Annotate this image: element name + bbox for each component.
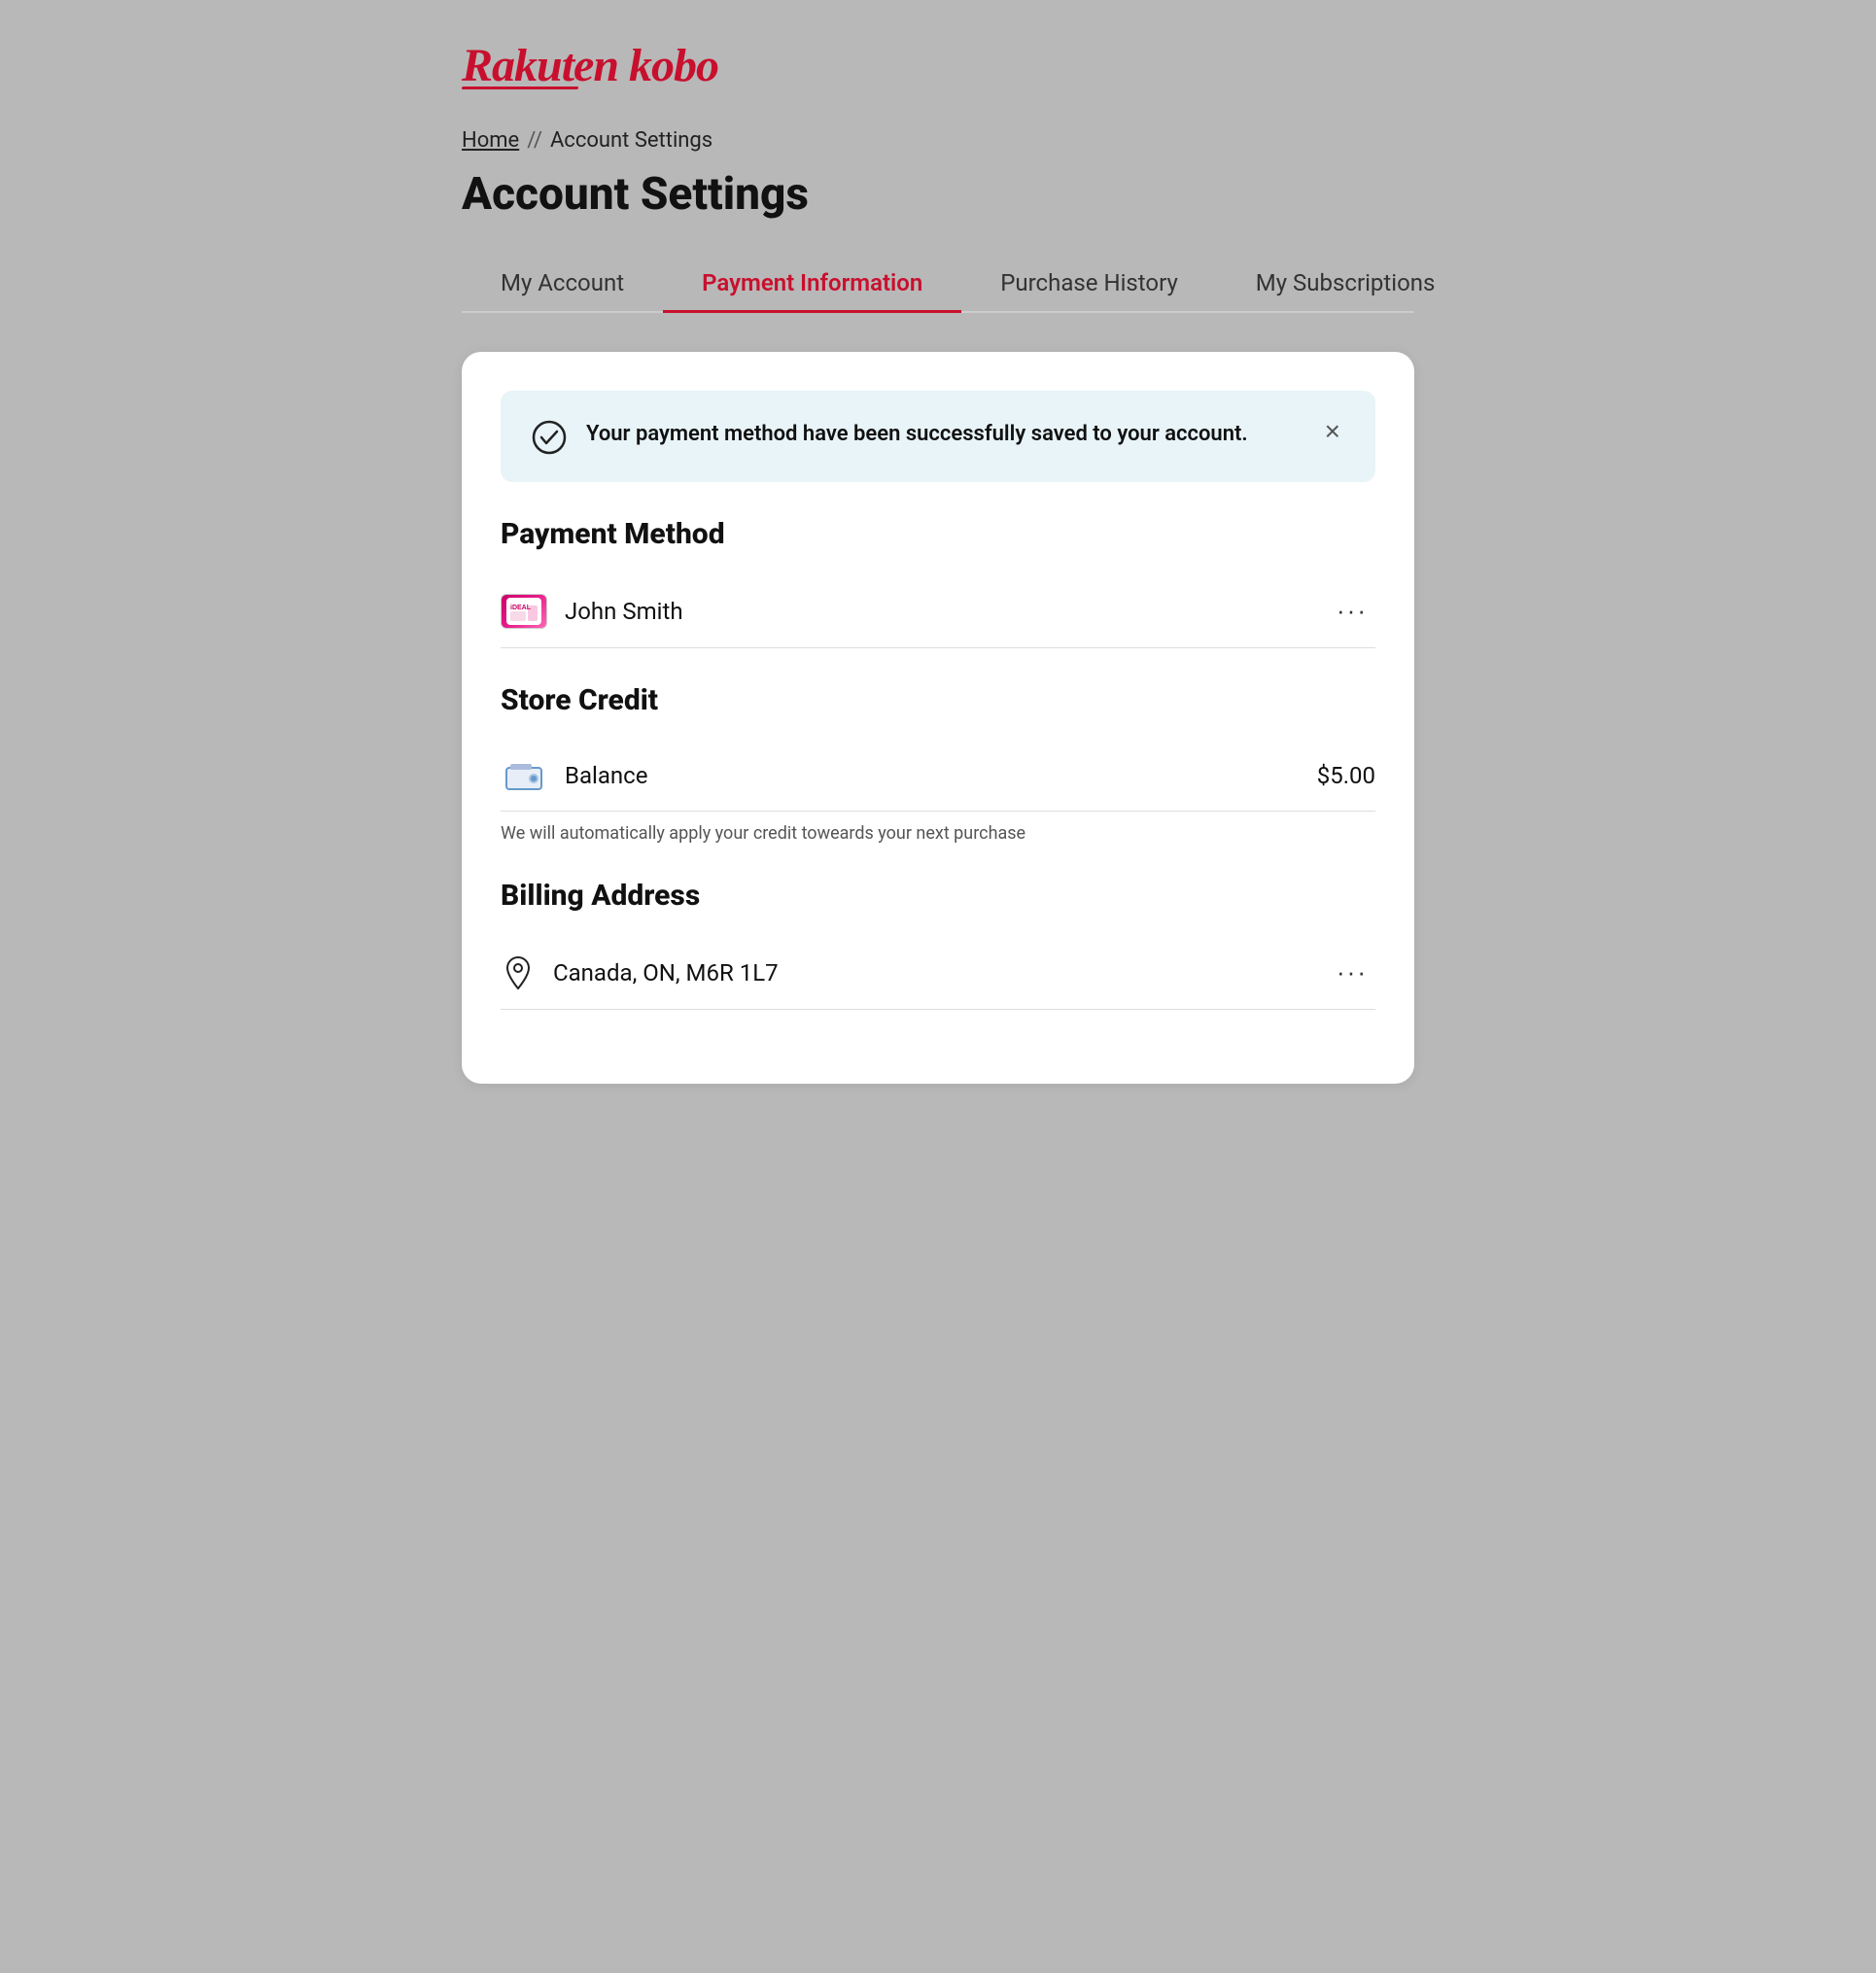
- tab-my-account[interactable]: My Account: [462, 256, 663, 313]
- content-card: Your payment method have been successful…: [462, 352, 1414, 1084]
- billing-address-title: Billing Address: [501, 879, 1375, 913]
- breadcrumb-current: Account Settings: [550, 128, 712, 153]
- logo-text[interactable]: Rakuten kobo: [462, 39, 1414, 92]
- store-credit-title: Store Credit: [501, 683, 1375, 717]
- location-pin-icon: [501, 955, 536, 990]
- breadcrumb-separator: //: [527, 128, 542, 153]
- store-credit-section: Store Credit Balance $5.00 We will autom…: [501, 683, 1375, 844]
- billing-address-section: Billing Address Canada, ON, M6R 1L7 ···: [501, 879, 1375, 1010]
- tab-payment-information[interactable]: Payment Information: [663, 256, 961, 313]
- tab-my-subscriptions[interactable]: My Subscriptions: [1217, 256, 1475, 313]
- success-checkmark-icon: [532, 420, 567, 455]
- tab-purchase-history[interactable]: Purchase History: [961, 256, 1217, 313]
- payment-method-title: Payment Method: [501, 517, 1375, 551]
- logo-underline: [462, 87, 579, 89]
- billing-address-text: Canada, ON, M6R 1L7: [553, 959, 1311, 986]
- page-title: Account Settings: [462, 168, 1414, 221]
- payment-more-options-button[interactable]: ···: [1329, 592, 1375, 630]
- billing-address-row: Canada, ON, M6R 1L7 ···: [501, 936, 1375, 1010]
- logo: Rakuten kobo: [462, 39, 1414, 89]
- payment-holder-name: John Smith: [565, 598, 1311, 625]
- balance-amount: $5.00: [1317, 762, 1375, 789]
- success-banner: Your payment method have been successful…: [501, 391, 1375, 482]
- wallet-icon: [501, 758, 547, 793]
- ideal-payment-icon: iDEAL: [501, 594, 547, 629]
- store-credit-row: Balance $5.00: [501, 741, 1375, 812]
- billing-more-options-button[interactable]: ···: [1329, 953, 1375, 991]
- payment-method-row: iDEAL John Smith ···: [501, 574, 1375, 648]
- payment-method-section: Payment Method iDEAL John Smith ···: [501, 517, 1375, 648]
- breadcrumb: Home // Account Settings: [462, 128, 1414, 153]
- credit-note: We will automatically apply your credit …: [501, 823, 1375, 844]
- tabs-container: My Account Payment Information Purchase …: [462, 256, 1414, 313]
- success-message-text: Your payment method have been successful…: [586, 418, 1302, 450]
- breadcrumb-home-link[interactable]: Home: [462, 128, 519, 153]
- close-banner-button[interactable]: ×: [1321, 418, 1344, 445]
- balance-label: Balance: [565, 762, 1300, 789]
